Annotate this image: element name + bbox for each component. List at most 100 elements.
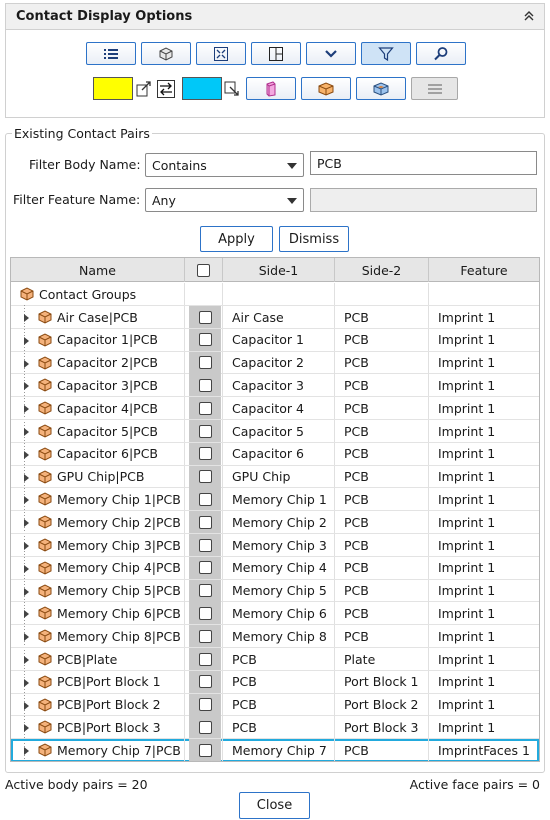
table-row[interactable]: PCB|Plate PCB Plate Imprint 1 [11,648,539,671]
table-row[interactable]: Air Case|PCB Air Case PCB Imprint 1 [11,306,539,329]
expand-arrow-icon[interactable] [24,610,29,619]
expand-arrow-icon[interactable] [24,359,29,368]
row-checkbox[interactable] [198,606,212,620]
table-row[interactable]: Capacitor 4|PCB Capacitor 4 PCB Imprint … [11,397,539,420]
expand-arrow-icon[interactable] [24,747,29,756]
table-row[interactable]: Memory Chip 6|PCB Memory Chip 6 PCB Impr… [11,602,539,626]
row-checkbox[interactable] [198,424,212,438]
name-cell: Capacitor 6|PCB [11,442,185,465]
column-header-side2[interactable]: Side-2 [335,258,429,282]
column-header-side1[interactable]: Side-1 [223,258,335,282]
row-checkbox[interactable] [198,720,212,734]
row-checkbox[interactable] [198,743,212,757]
apply-button[interactable]: Apply [200,226,273,252]
list-button[interactable] [86,42,136,65]
row-checkbox[interactable] [198,447,212,461]
table-row[interactable]: GPU Chip|PCB GPU Chip PCB Imprint 1 [11,465,539,489]
expand-arrow-icon[interactable] [24,314,29,322]
select-all-checkbox[interactable] [197,263,210,277]
expand-arrow-icon[interactable] [24,405,29,414]
expand-arrow-icon[interactable] [24,701,29,710]
pair-name: PCB|Port Block 2 [57,697,161,713]
filter-body-input[interactable]: PCB [310,151,537,175]
row-checkbox[interactable] [198,584,212,598]
assembly-body-button[interactable] [356,77,406,100]
dismiss-button[interactable]: Dismiss [279,226,349,252]
column-header-feature[interactable]: Feature [429,258,539,282]
color-pick-icon-1[interactable] [134,79,154,99]
color-swatch-1[interactable] [93,77,133,100]
box-view-button[interactable] [141,42,191,65]
table-row[interactable]: Memory Chip 4|PCB Memory Chip 4 PCB Impr… [11,556,539,580]
row-checkbox[interactable] [198,470,212,484]
color-pick-icon-2[interactable] [222,79,242,99]
row-checkbox[interactable] [198,561,212,575]
panel-header[interactable]: Contact Display Options [5,3,545,30]
contact-pairs-table[interactable]: Name Side-1 Side-2 Feature Contact Group… [10,257,540,762]
expand-arrow-icon[interactable] [24,678,29,687]
table-row[interactable]: Capacitor 1|PCB Capacitor 1 PCB Imprint … [11,328,539,352]
row-checkbox[interactable] [198,538,212,552]
pair-cube-icon [38,652,52,666]
expand-arrow-icon[interactable] [24,564,29,573]
table-row[interactable]: Memory Chip 5|PCB Memory Chip 5 PCB Impr… [11,579,539,603]
search-button[interactable] [416,42,466,65]
collapse-icon[interactable] [522,9,536,23]
expand-arrow-icon[interactable] [24,382,29,391]
tree-root-row[interactable]: Contact Groups [11,283,539,306]
transparent-body-button[interactable] [246,77,296,100]
filter-feature-input[interactable] [310,188,537,212]
row-checkbox[interactable] [198,378,212,392]
filter-body-mode-select[interactable]: Contains [145,153,304,177]
expand-arrow-icon[interactable] [24,450,29,459]
filter-button[interactable] [361,42,411,65]
close-button[interactable]: Close [239,792,310,819]
filter-feature-mode-select[interactable]: Any [145,188,304,212]
table-row[interactable]: Capacitor 6|PCB Capacitor 6 PCB Imprint … [11,442,539,466]
color-swatch-2[interactable] [182,77,222,100]
row-checkbox[interactable] [198,698,212,712]
row-checkbox[interactable] [198,401,212,415]
row-checkbox[interactable] [198,333,212,347]
expand-arrow-icon[interactable] [24,587,29,596]
row-checkbox[interactable] [198,652,212,666]
row-checkbox[interactable] [198,515,212,529]
table-row[interactable]: Memory Chip 2|PCB Memory Chip 2 PCB Impr… [11,511,539,534]
fit-view-button[interactable] [196,42,246,65]
swap-colors-icon[interactable] [156,79,176,99]
table-row[interactable]: Memory Chip 7|PCB Memory Chip 7 PCB Impr… [11,739,539,761]
expand-button[interactable] [306,42,356,65]
table-row[interactable]: PCB|Port Block 2 PCB Port Block 2 Imprin… [11,693,539,717]
table-row[interactable]: Capacitor 5|PCB Capacitor 5 PCB Imprint … [11,420,539,443]
fit-icon [214,46,228,61]
expand-arrow-icon[interactable] [24,633,29,642]
expand-arrow-icon[interactable] [24,428,29,436]
column-header-name[interactable]: Name [11,258,185,282]
expand-arrow-icon[interactable] [24,519,29,528]
expand-arrow-icon[interactable] [24,656,29,664]
row-checkbox[interactable] [198,356,212,370]
column-header-select-all[interactable] [185,258,223,282]
expand-arrow-icon[interactable] [24,336,29,345]
table-row[interactable]: PCB|Port Block 3 PCB Port Block 3 Imprin… [11,716,539,740]
expand-arrow-icon[interactable] [24,724,29,733]
table-row[interactable]: Capacitor 3|PCB Capacitor 3 PCB Imprint … [11,374,539,398]
row-checkbox[interactable] [198,675,212,689]
row-checkbox-wrap [189,602,221,625]
row-checkbox[interactable] [198,492,212,506]
table-row[interactable]: PCB|Port Block 1 PCB Port Block 1 Imprin… [11,670,539,694]
expand-arrow-icon[interactable] [24,542,29,550]
expand-arrow-icon[interactable] [24,473,29,482]
table-row[interactable]: Memory Chip 3|PCB Memory Chip 3 PCB Impr… [11,534,539,557]
orange-body-button[interactable] [301,77,351,100]
menu-button[interactable] [411,77,458,100]
layout-button[interactable] [251,42,301,65]
side2-cell: PCB [335,374,429,397]
row-checkbox[interactable] [198,629,212,643]
table-row[interactable]: Memory Chip 8|PCB Memory Chip 8 PCB Impr… [11,625,539,648]
side2-cell: Port Block 2 [335,693,429,716]
expand-arrow-icon[interactable] [24,496,29,505]
table-row[interactable]: Capacitor 2|PCB Capacitor 2 PCB Imprint … [11,351,539,375]
table-row[interactable]: Memory Chip 1|PCB Memory Chip 1 PCB Impr… [11,488,539,512]
row-checkbox[interactable] [198,310,212,324]
